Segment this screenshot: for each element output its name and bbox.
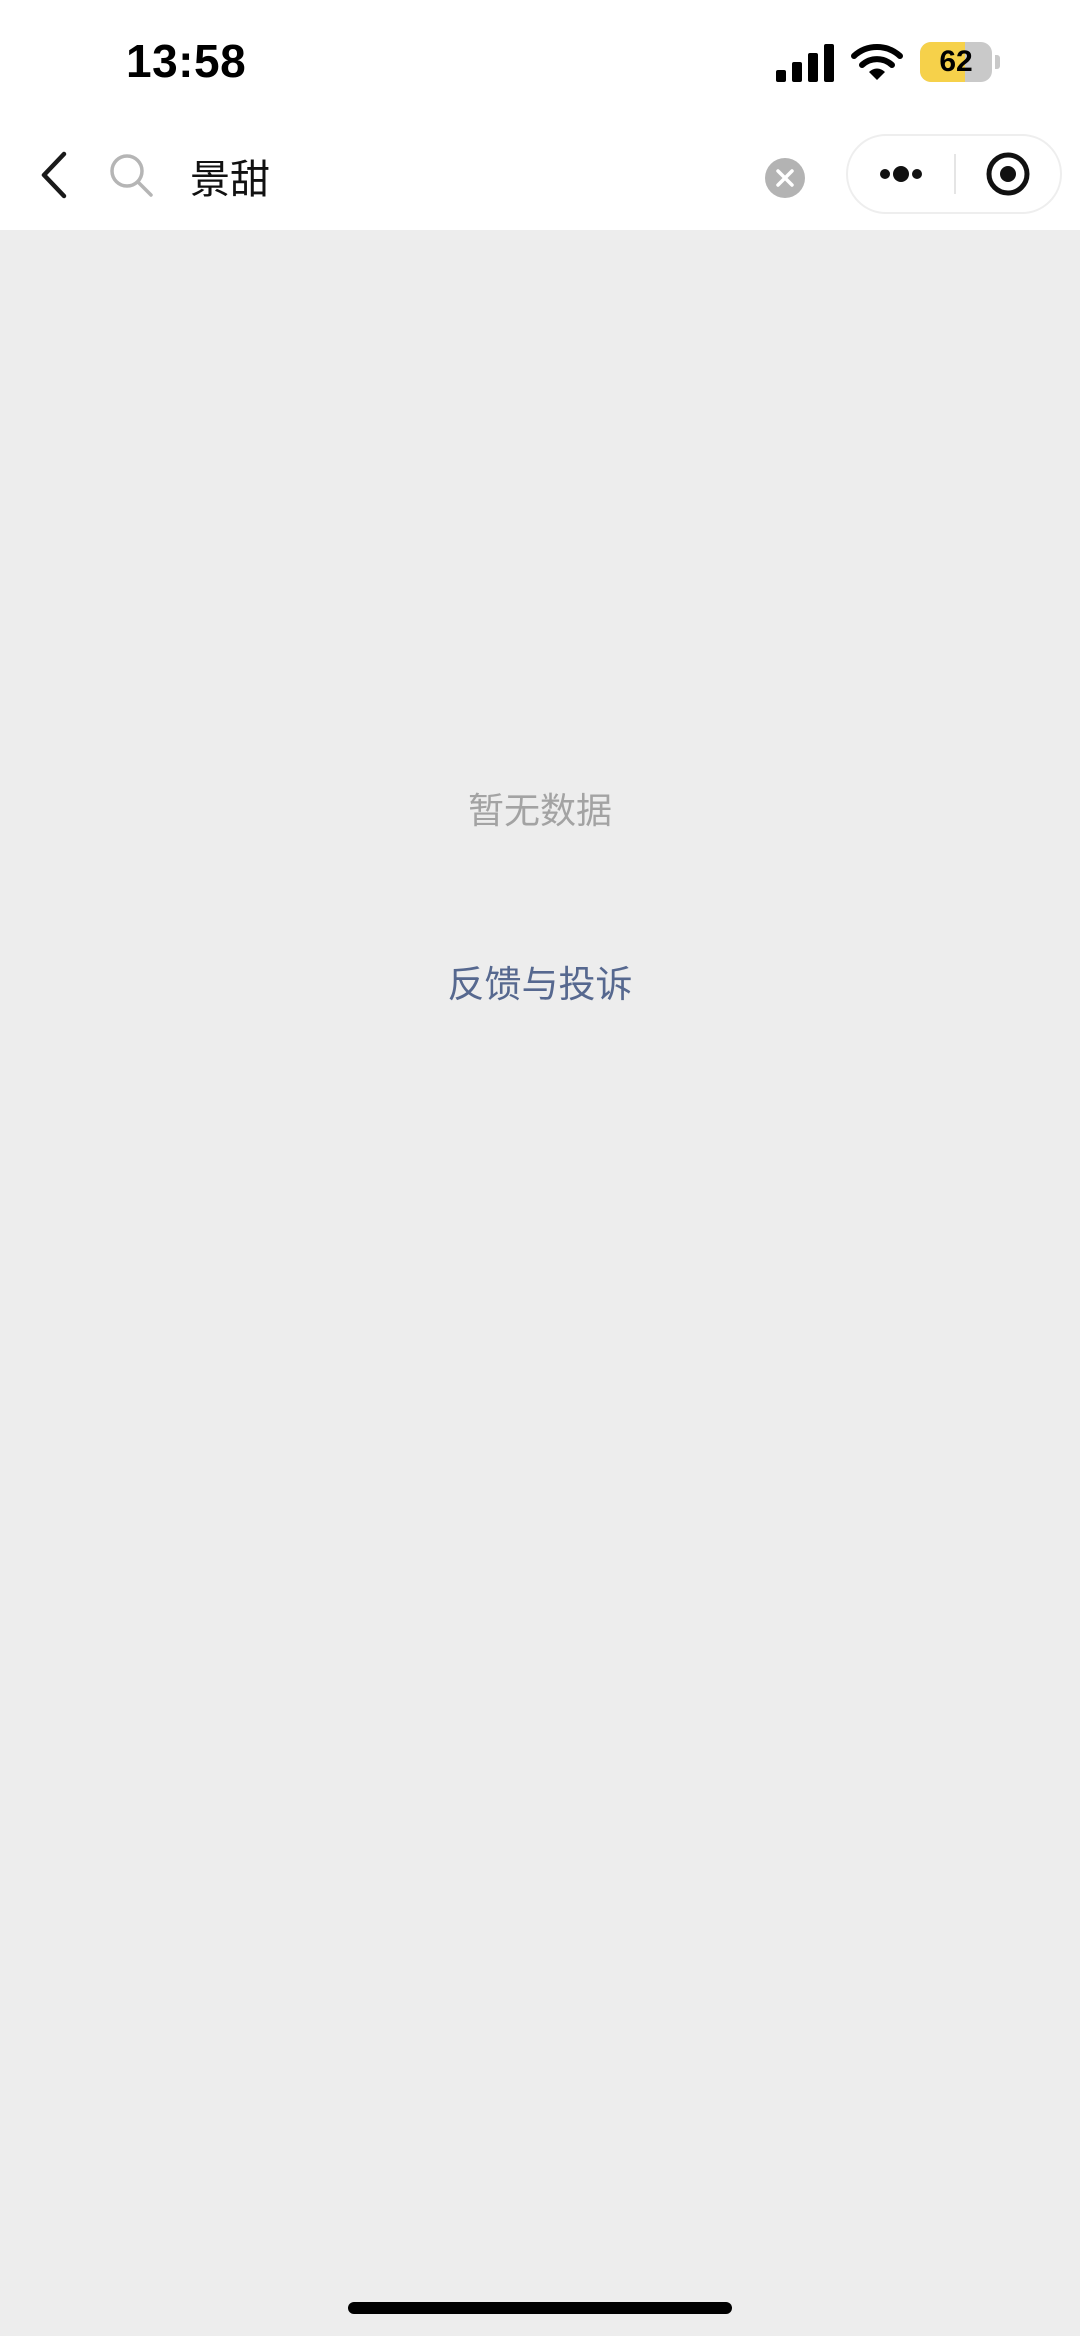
- battery-cap: [995, 55, 1000, 69]
- mini-program-capsule: [846, 134, 1062, 214]
- back-button[interactable]: [30, 140, 80, 210]
- chevron-left-icon: [41, 151, 67, 199]
- battery-level: 62: [939, 45, 973, 78]
- wifi-icon: [851, 44, 903, 80]
- close-miniprogram-button[interactable]: [956, 136, 1060, 212]
- clear-icon: [776, 169, 794, 187]
- battery-icon: 62: [920, 42, 1000, 82]
- battery-body: 62: [920, 42, 992, 82]
- more-dots-icon: [880, 166, 922, 182]
- clear-search-button[interactable]: [765, 158, 805, 198]
- close-target-icon: [986, 152, 1030, 196]
- signal-icon: [776, 44, 834, 82]
- status-time: 13:58: [126, 35, 247, 87]
- search-icon: [110, 154, 153, 197]
- feedback-complaint-link[interactable]: 反馈与投诉: [0, 954, 1080, 1008]
- search-input[interactable]: [190, 148, 750, 204]
- empty-state-message: 暂无数据: [467, 791, 612, 832]
- home-indicator: [348, 2302, 732, 2314]
- top-bar: 13:58 62: [0, 0, 1080, 230]
- more-button[interactable]: [848, 136, 954, 212]
